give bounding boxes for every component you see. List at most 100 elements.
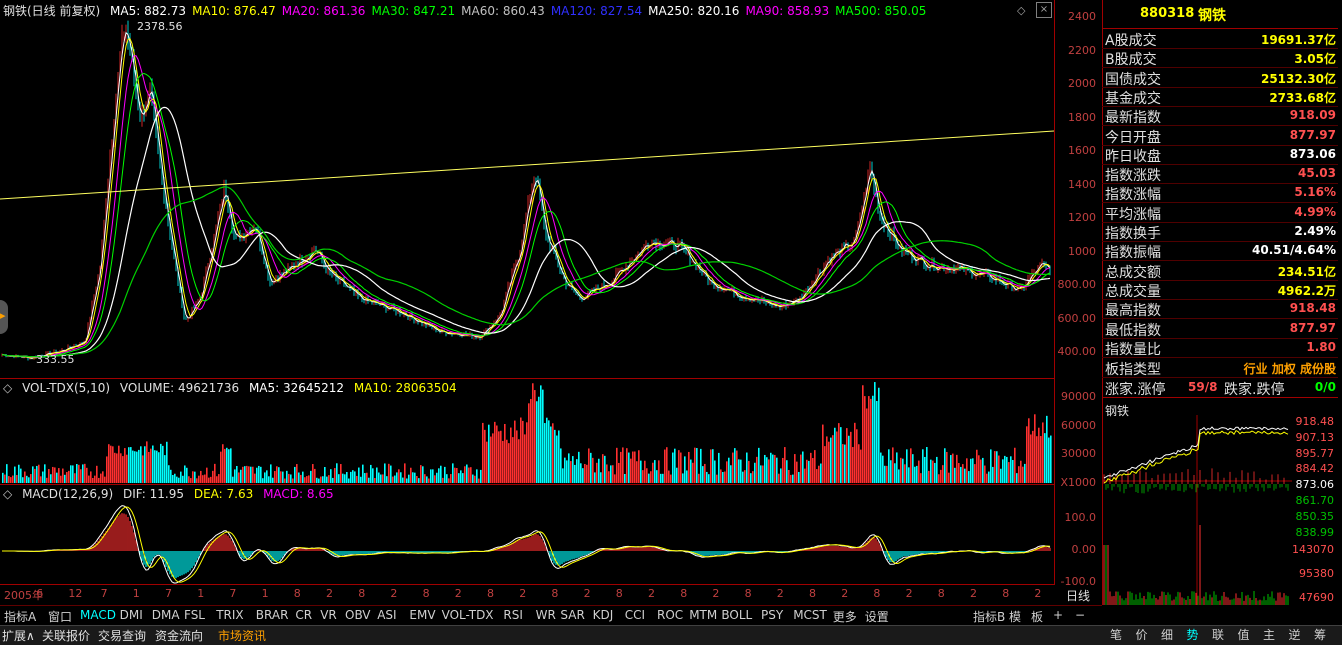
volume-bar	[358, 467, 360, 483]
volume-bar	[824, 446, 826, 483]
tab-KDJ[interactable]: KDJ	[593, 608, 614, 622]
tab-right-3[interactable]: +	[1053, 608, 1063, 622]
right-tab-价[interactable]: 价	[1136, 626, 1148, 643]
status-2[interactable]: 交易查询	[98, 627, 146, 644]
time-tick: 2	[970, 587, 977, 600]
close-icon[interactable]: ×	[1036, 2, 1052, 18]
tab-PSY[interactable]: PSY	[761, 608, 783, 622]
volume-bar	[510, 427, 512, 483]
time-tick: 8	[1002, 587, 1010, 600]
tab-DMA[interactable]: DMA	[152, 608, 180, 622]
tab-DMI[interactable]: DMI	[120, 608, 143, 622]
volume-bar	[50, 474, 52, 483]
price-tick: 1600	[1068, 144, 1096, 157]
volume-bar	[270, 464, 272, 483]
tab-EMV[interactable]: EMV	[409, 608, 435, 622]
volume-bar	[212, 470, 214, 483]
tab-CR[interactable]: CR	[295, 608, 312, 622]
tab-VOL-TDX[interactable]: VOL-TDX	[442, 608, 494, 622]
volume-bar	[802, 451, 804, 483]
tab-设置[interactable]: 设置	[865, 608, 889, 625]
tab-WR[interactable]: WR	[536, 608, 556, 622]
tab-BRAR[interactable]: BRAR	[256, 608, 289, 622]
status-3[interactable]: 资金流向	[155, 627, 203, 644]
tab-更多[interactable]: 更多	[833, 608, 857, 625]
volume-bar	[256, 467, 258, 483]
tab-ROC[interactable]: ROC	[657, 608, 683, 622]
tab-MTM[interactable]: MTM	[689, 608, 717, 622]
tab-right-4[interactable]: −	[1075, 608, 1085, 622]
volume-bar	[522, 420, 524, 483]
tab-CCI[interactable]: CCI	[625, 608, 645, 622]
tab-RSI[interactable]: RSI	[503, 608, 523, 622]
status-4[interactable]: 市场资讯	[218, 627, 266, 644]
volume-bar	[16, 475, 18, 483]
quote-label: 指数涨跌	[1105, 168, 1161, 185]
right-tab-细[interactable]: 细	[1161, 626, 1173, 643]
volume-bar	[428, 478, 430, 483]
tab-FSL[interactable]: FSL	[184, 608, 205, 622]
volume-bar	[134, 451, 136, 483]
tab-VR[interactable]: VR	[320, 608, 337, 622]
tab-ASI[interactable]: ASI	[377, 608, 396, 622]
volume-bar	[586, 464, 588, 483]
volume-bar	[258, 465, 260, 483]
macd-panel[interactable]: ◇ MACD(12,26,9) DIF: 11.95 DEA: 7.63 MAC…	[0, 484, 1055, 585]
quote-value: 234.51亿	[1277, 264, 1336, 279]
board-type-value[interactable]: 行业 加权 成份股	[1244, 360, 1336, 377]
tab-MCST[interactable]: MCST	[793, 608, 827, 622]
volume-bar	[988, 471, 990, 483]
right-tab-值[interactable]: 值	[1238, 626, 1250, 643]
volume-bar	[630, 458, 632, 483]
tab-right-0[interactable]: 指标B	[973, 608, 1005, 625]
tab-right-1[interactable]: 模	[1009, 608, 1021, 625]
volume-bar	[564, 457, 566, 483]
quote-label: 平均涨幅	[1105, 206, 1161, 223]
right-tab-势[interactable]: 势	[1187, 626, 1199, 643]
kline-chart[interactable]: 钢铁(日线 前复权) MA5: 882.73 MA10: 876.47 MA20: …	[0, 0, 1055, 378]
tab-OBV[interactable]: OBV	[345, 608, 371, 622]
tab-right-2[interactable]: 板	[1031, 608, 1043, 625]
volume-bar	[864, 396, 866, 483]
right-tab-逆[interactable]: 逆	[1289, 626, 1301, 643]
right-tab-筹[interactable]: 筹	[1314, 626, 1326, 643]
right-tab-联[interactable]: 联	[1212, 626, 1224, 643]
quote-row: 昨日收盘 873.06	[1102, 145, 1338, 165]
quote-value: 877.97	[1289, 127, 1336, 142]
volume-bar	[392, 476, 394, 483]
status-1[interactable]: 关联报价	[42, 627, 90, 644]
intraday-chart[interactable]: 钢铁 918.48 907.13 895.77 884.42 873.06 861.70 8…	[1102, 400, 1342, 605]
volume-bar	[638, 450, 640, 483]
volume-bar	[22, 477, 24, 483]
period-label[interactable]: 日线	[1054, 587, 1102, 605]
volume-panel[interactable]: ◇ VOL-TDX(5,10) VOLUME: 49621736 MA5: 32…	[0, 378, 1055, 485]
macd-tick: 100.0	[1064, 511, 1097, 524]
time-tick: 2	[905, 587, 913, 600]
status-0[interactable]: 扩展∧	[2, 627, 35, 644]
right-tab-主[interactable]: 主	[1263, 626, 1275, 643]
diamond-icon[interactable]: ◇	[1017, 4, 1025, 17]
tab-BOLL[interactable]: BOLL	[721, 608, 752, 622]
time-tick: 2	[454, 587, 462, 600]
volume-bar	[220, 451, 222, 483]
volume-bar	[406, 478, 408, 483]
tab-窗口[interactable]: 窗口	[48, 608, 72, 625]
tab-SAR[interactable]: SAR	[560, 608, 584, 622]
tab-TRIX[interactable]: TRIX	[216, 608, 243, 622]
volume-bar	[598, 458, 600, 483]
tab-指标A[interactable]: 指标A	[4, 608, 36, 625]
volume-bar	[472, 474, 474, 483]
tab-MACD[interactable]: MACD	[80, 608, 116, 622]
volume-bar	[972, 458, 974, 483]
kline-svg[interactable]	[0, 0, 1054, 378]
vol-tick: 90000	[1061, 390, 1096, 403]
volume-bar	[520, 417, 522, 483]
vol-ma5: MA5: 32645212	[248, 381, 345, 395]
vol-toggle-icon[interactable]: ◇	[3, 381, 12, 395]
volume-bar	[568, 453, 570, 483]
volume-bar	[104, 476, 106, 483]
right-tab-笔[interactable]: 笔	[1110, 626, 1122, 643]
side-expand-handle[interactable]: ▸	[0, 300, 8, 334]
macd-toggle-icon[interactable]: ◇	[3, 487, 12, 501]
volume-bar	[340, 464, 342, 483]
